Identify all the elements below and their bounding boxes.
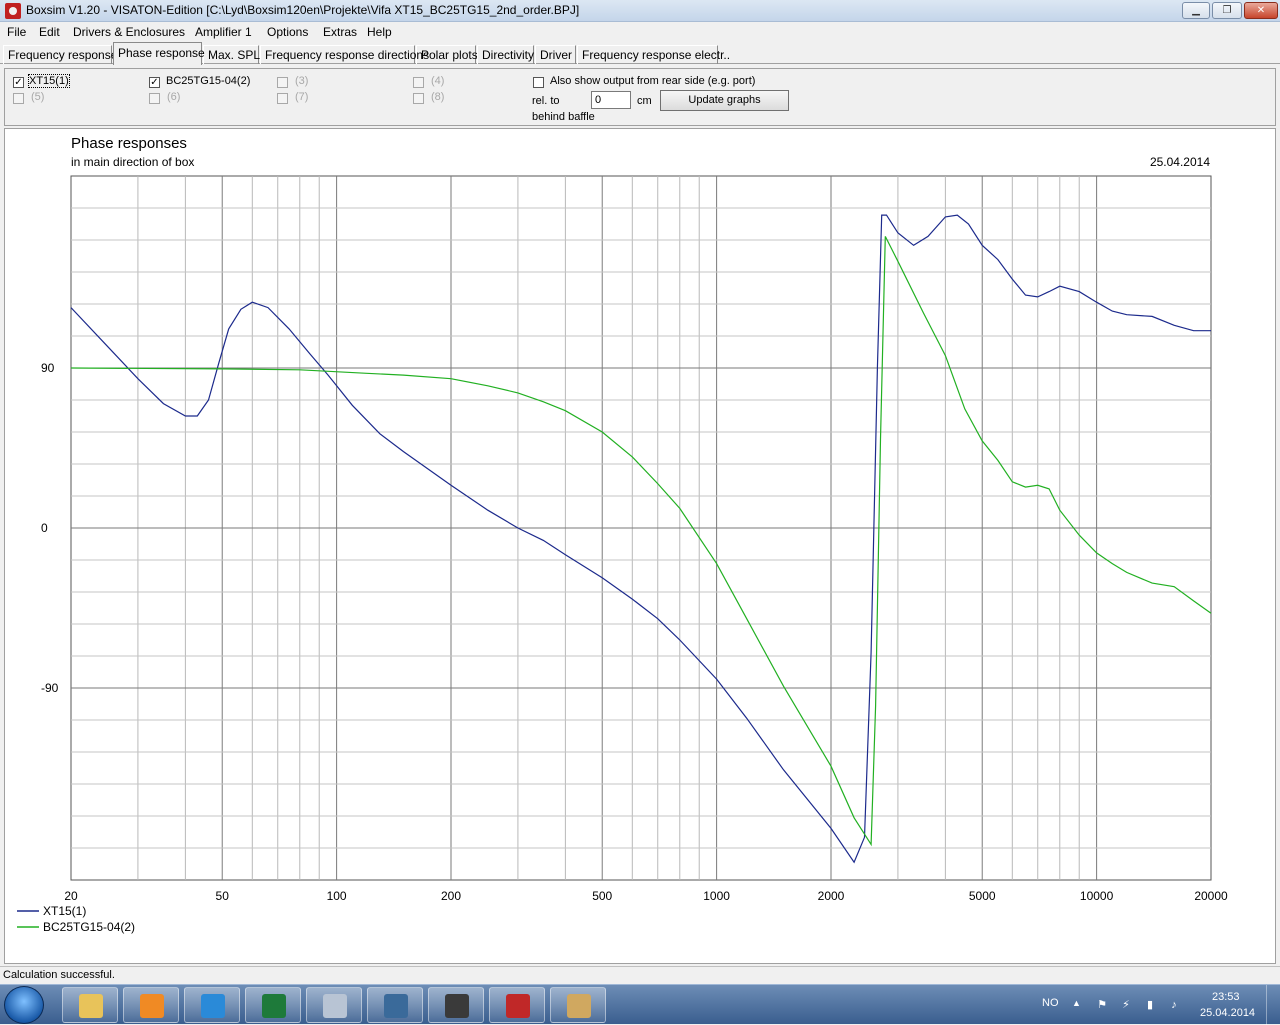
menu-extras[interactable]: Extras	[323, 25, 357, 39]
phase-chart: Phase responses in main direction of box…	[17, 135, 1228, 934]
driver-5-label: (5)	[31, 91, 45, 103]
folder-icon	[79, 994, 103, 1018]
y-tick-label: -90	[41, 681, 59, 695]
folder-taskbar-button[interactable]	[62, 987, 118, 1023]
y-tick-label: 90	[41, 361, 55, 375]
tab-phase-response[interactable]: Phase response	[113, 42, 205, 65]
x-tick-label: 200	[441, 889, 461, 903]
driver-1-checkbox[interactable]: ✓	[13, 77, 24, 88]
chart-title: Phase responses	[71, 135, 187, 152]
show-desktop-button[interactable]	[1266, 985, 1280, 1025]
phase-response-graph: Phase responses in main direction of box…	[4, 128, 1276, 964]
boxsim-taskbar-button[interactable]	[489, 987, 545, 1023]
media-player-icon	[140, 994, 164, 1018]
menu-drivers-enclosures[interactable]: Drivers & Enclosures	[73, 25, 185, 39]
calculator-taskbar-button[interactable]	[306, 987, 362, 1023]
minimize-button[interactable]: ▁	[1182, 2, 1210, 19]
mountain-app-taskbar-button[interactable]	[367, 987, 423, 1023]
driver-7-checkbox	[277, 93, 288, 104]
x-tick-label: 500	[592, 889, 612, 903]
y-tick-label: 0	[41, 521, 48, 535]
driver-8-label: (8)	[431, 91, 445, 103]
action-center-icon[interactable]: ⚑	[1095, 998, 1109, 1012]
chart-date: 25.04.2014	[1150, 155, 1210, 169]
internet-explorer-icon	[201, 994, 225, 1018]
cm-unit-label: cm	[637, 95, 652, 107]
driver-4-checkbox	[413, 77, 424, 88]
media-player-taskbar-button[interactable]	[123, 987, 179, 1023]
language-indicator[interactable]: NO	[1042, 997, 1059, 1009]
tab-driver[interactable]: Driver	[535, 45, 576, 64]
tab-polar-plots[interactable]: Polar plots	[416, 45, 478, 64]
driver-2-label[interactable]: BC25TG15-04(2)	[166, 75, 250, 87]
excel-icon	[262, 994, 286, 1018]
taskbar: NO ▲ ⚑ ⚡ ▮ ♪ 23:53 25.04.2014	[0, 984, 1280, 1025]
x-tick-label: 10000	[1080, 889, 1114, 903]
calculator-icon	[323, 994, 347, 1018]
paint-taskbar-button[interactable]	[550, 987, 606, 1023]
legend-label: XT15(1)	[43, 904, 86, 918]
boxsim-icon	[506, 994, 530, 1018]
driver-8-checkbox	[413, 93, 424, 104]
boxsim-app-icon[interactable]	[5, 3, 21, 19]
x-tick-label: 20000	[1194, 889, 1228, 903]
tab-bar: Frequency response. Phase response Max. …	[0, 42, 1280, 65]
x-tick-label: 20	[64, 889, 78, 903]
x-tick-label: 50	[216, 889, 230, 903]
driver-options-panel: ✓ XT15(1) ✓ BC25TG15-04(2) (3) (4) (5) (…	[4, 68, 1276, 126]
rear-output-label[interactable]: Also show output from rear side (e.g. po…	[550, 75, 755, 87]
wxsim-icon	[445, 994, 469, 1018]
behind-baffle-label: behind baffle	[532, 111, 595, 123]
menu-options[interactable]: Options	[267, 25, 308, 39]
window-title: Boxsim V1.20 - VISATON-Edition [C:\Lyd\B…	[26, 3, 580, 17]
x-tick-label: 5000	[969, 889, 996, 903]
x-tick-label: 100	[327, 889, 347, 903]
driver-6-label: (6)	[167, 91, 181, 103]
maximize-button[interactable]: ❐	[1212, 2, 1242, 19]
tab-frequency-response-directions[interactable]: Frequency response directions	[260, 45, 429, 64]
tab-max-spl[interactable]: Max. SPL	[203, 45, 260, 64]
legend-label: BC25TG15-04(2)	[43, 920, 135, 934]
menu-edit[interactable]: Edit	[39, 25, 60, 39]
driver-3-label: (3)	[295, 75, 309, 87]
clock-time[interactable]: 23:53	[1212, 991, 1240, 1003]
paint-icon	[567, 994, 591, 1018]
menu-bar: File Edit Drivers & Enclosures Amplifier…	[0, 22, 1280, 42]
driver-6-checkbox	[149, 93, 160, 104]
menu-amplifier[interactable]: Amplifier 1	[195, 25, 252, 39]
driver-7-label: (7)	[295, 91, 309, 103]
title-bar: Boxsim V1.20 - VISATON-Edition [C:\Lyd\B…	[0, 0, 1280, 22]
x-tick-label: 2000	[818, 889, 845, 903]
driver-3-checkbox	[277, 77, 288, 88]
excel-taskbar-button[interactable]	[245, 987, 301, 1023]
status-bar: Calculation successful.	[0, 966, 1280, 984]
network-icon[interactable]: ▮	[1143, 998, 1157, 1012]
tab-frequency-response-electrical[interactable]: Frequency response electr..	[577, 45, 730, 64]
tab-frequency-response[interactable]: Frequency response.	[3, 45, 121, 64]
start-button[interactable]	[4, 986, 44, 1024]
driver-4-label: (4)	[431, 75, 445, 87]
menu-file[interactable]: File	[7, 25, 26, 39]
volume-icon[interactable]: ♪	[1167, 998, 1181, 1012]
mountain-app-icon	[384, 994, 408, 1018]
clock-date[interactable]: 25.04.2014	[1200, 1007, 1255, 1019]
status-text: Calculation successful.	[3, 969, 115, 981]
wxsim-taskbar-button[interactable]	[428, 987, 484, 1023]
rear-output-checkbox[interactable]	[533, 77, 544, 88]
menu-help[interactable]: Help	[367, 25, 392, 39]
driver-5-checkbox	[13, 93, 24, 104]
internet-explorer-taskbar-button[interactable]	[184, 987, 240, 1023]
tray-expand-icon[interactable]: ▲	[1072, 998, 1081, 1008]
close-button[interactable]: ✕	[1244, 2, 1278, 19]
x-tick-label: 1000	[703, 889, 730, 903]
rel-distance-input[interactable]: 0	[591, 91, 631, 109]
rel-to-label: rel. to	[532, 95, 560, 107]
chart-subtitle: in main direction of box	[71, 155, 194, 169]
update-graphs-button[interactable]: Update graphs	[660, 90, 789, 111]
power-icon[interactable]: ⚡	[1119, 998, 1133, 1012]
driver-1-label[interactable]: XT15(1)	[28, 74, 70, 88]
driver-2-checkbox[interactable]: ✓	[149, 77, 160, 88]
tab-directivity[interactable]: Directivity	[477, 45, 534, 64]
